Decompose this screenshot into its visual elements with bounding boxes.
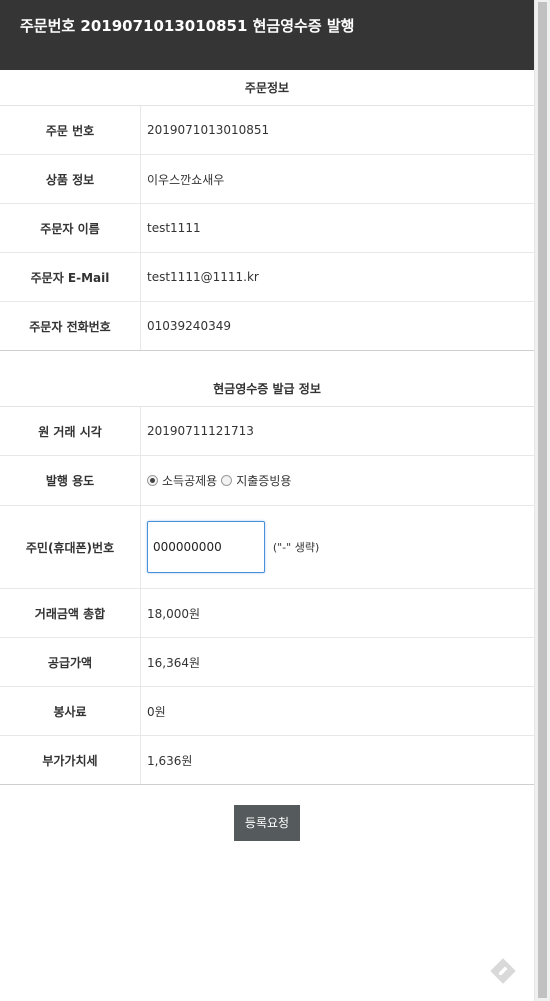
purpose-label: 발행 용도: [0, 455, 141, 506]
order-info-table: 주문 번호 2019071013010851 상품 정보 이우스깐쇼새우 주문자…: [0, 106, 534, 350]
table-row: 부가가치세 1,636원: [0, 735, 534, 784]
orderer-phone-value: 01039240349: [147, 319, 231, 333]
orderer-name-label: 주문자 이름: [0, 203, 141, 253]
receipt-info-title: 현금영수증 발급 정보: [0, 371, 534, 407]
table-row: 상품 정보 이우스깐쇼새우: [0, 154, 534, 204]
table-row: 공급가액 16,364원: [0, 637, 534, 687]
rrn-label: 주민(휴대폰)번호: [0, 505, 141, 589]
orderer-email-label: 주문자 E-Mail: [0, 252, 141, 302]
rrn-input[interactable]: [147, 521, 265, 573]
original-time-value: 20190711121713: [140, 407, 534, 456]
rrn-cell: ("-" 생략): [140, 505, 534, 589]
section-divider: [0, 350, 534, 371]
scrollbar-thumb[interactable]: [538, 2, 547, 998]
header: 주문번호 2019071013010851 현금영수증 발행: [0, 0, 534, 70]
submit-area: 등록요청: [0, 785, 534, 841]
radio-expense-proof-label[interactable]: 지출증빙용: [236, 472, 291, 489]
table-row: 봉사료 0원: [0, 686, 534, 736]
rrn-hint: ("-" 생략): [272, 541, 320, 554]
order-info-title: 주문정보: [0, 70, 534, 106]
table-row: 주문 번호 2019071013010851: [0, 106, 534, 155]
supply-amount-value: 16,364원: [140, 637, 534, 687]
orderer-email-value: test1111@1111.kr: [140, 252, 534, 302]
product-info-label: 상품 정보: [0, 154, 141, 204]
purpose-options: 소득공제용 지출증빙용: [140, 455, 534, 506]
order-number-value: 2019071013010851: [140, 106, 534, 155]
edit-pencil-icon[interactable]: [490, 958, 516, 984]
receipt-info-table: 원 거래 시각 20190711121713 발행 용도 소득공제용 지출증빙용 …: [0, 407, 534, 784]
page-title: 주문번호 2019071013010851 현금영수증 발행: [20, 17, 355, 35]
original-time-label: 원 거래 시각: [0, 407, 141, 456]
table-row: 주문자 E-Mail test1111@1111.kr: [0, 252, 534, 302]
radio-expense-proof[interactable]: [221, 475, 233, 486]
table-row: 거래금액 총합 18,000원: [0, 588, 534, 638]
orderer-phone-label: 주문자 전화번호: [0, 301, 141, 350]
service-fee-label: 봉사료: [0, 686, 141, 736]
vertical-scrollbar[interactable]: [534, 0, 550, 1001]
page: 주문번호 2019071013010851 현금영수증 발행 주문정보 주문 번…: [0, 0, 534, 1001]
vat-value: 1,636원: [147, 753, 193, 768]
table-row: 원 거래 시각 20190711121713: [0, 407, 534, 456]
table-row: 주문자 이름 test1111: [0, 203, 534, 253]
radio-income-deduction[interactable]: [147, 475, 158, 486]
table-row: 주민(휴대폰)번호 ("-" 생략): [0, 505, 534, 589]
submit-request-button[interactable]: 등록요청: [233, 805, 301, 841]
radio-income-deduction-label[interactable]: 소득공제용: [162, 472, 217, 489]
service-fee-value: 0원: [140, 686, 534, 736]
total-amount-value: 18,000원: [140, 588, 534, 638]
total-amount-label: 거래금액 총합: [0, 588, 141, 638]
table-row: 발행 용도 소득공제용 지출증빙용: [0, 455, 534, 506]
orderer-name-value: test1111: [140, 203, 534, 253]
order-number-label: 주문 번호: [0, 106, 141, 155]
supply-amount-label: 공급가액: [0, 637, 141, 687]
table-row: 주문자 전화번호 01039240349: [0, 301, 534, 350]
vat-label: 부가가치세: [0, 735, 141, 784]
product-info-value: 이우스깐쇼새우: [140, 154, 534, 204]
